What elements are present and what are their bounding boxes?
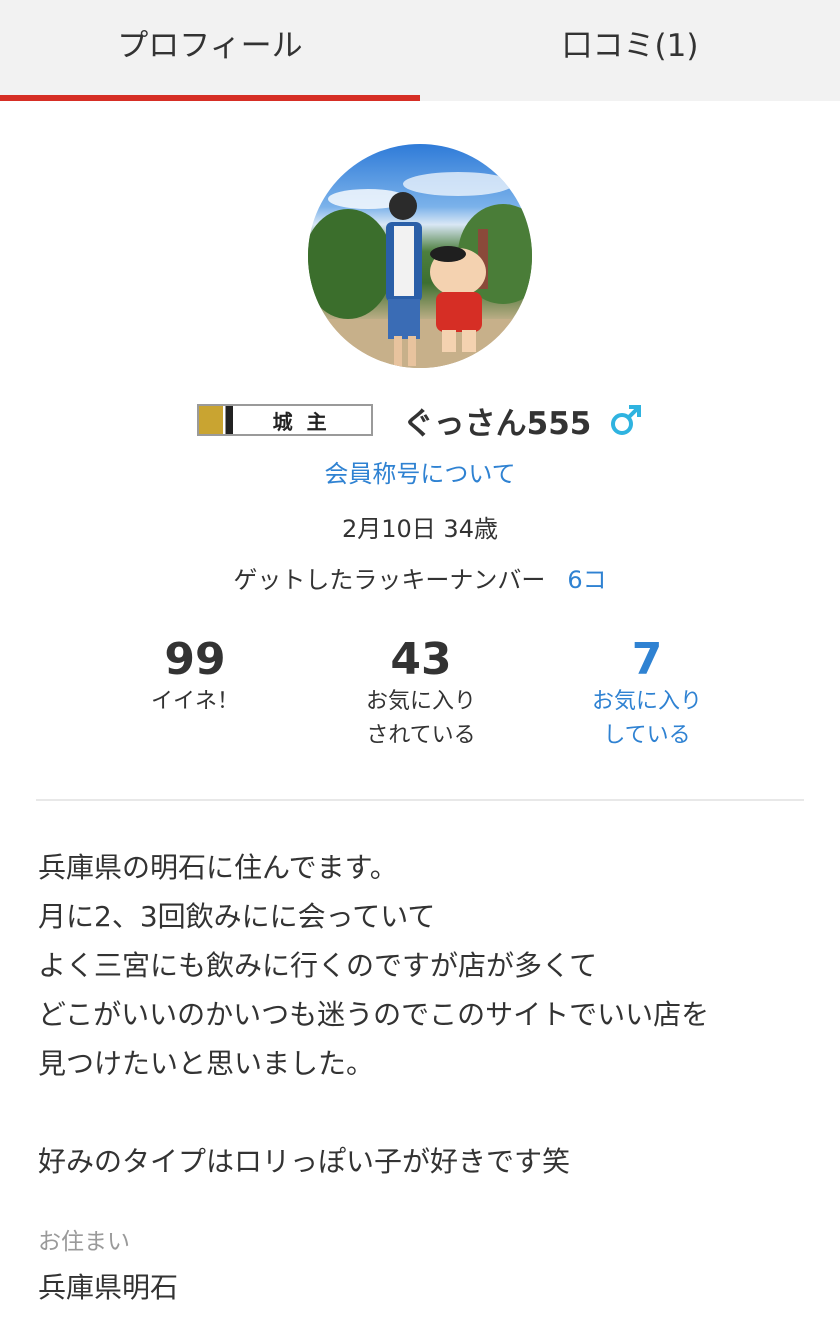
- stat-favorited-by-label-2: されている: [366, 723, 476, 748]
- stats-row: 99 イイネ！ 43 お気に入り されている 7 お気に入り している: [0, 635, 840, 753]
- tab-bar: プロフィール 口コミ(1): [0, 0, 840, 101]
- name-row: 城主 ぐっさん555: [0, 400, 840, 442]
- stat-favoriting-value: 7: [631, 634, 663, 685]
- bio-line: 月に2、3回飲みにに会っていて: [38, 900, 436, 933]
- stat-likes: 99 イイネ！: [82, 635, 308, 753]
- bio-line: 兵庫県の明石に住んでます。: [38, 851, 398, 884]
- member-title-link[interactable]: 会員称号について: [0, 454, 840, 489]
- location-value: 兵庫県明石: [38, 1271, 179, 1304]
- stat-favorited-by: 43 お気に入り されている: [308, 635, 534, 753]
- avatar-container: [0, 144, 840, 368]
- rank-badge-stripe: [198, 406, 233, 434]
- lucky-number-row: ゲットしたラッキーナンバー 6コ: [0, 560, 840, 595]
- stat-favorited-by-label-1: お気に入り: [365, 689, 476, 714]
- bio-line: どこがいいのかいつも迷うのでこのサイトでいい店を: [38, 998, 710, 1031]
- rank-badge-label: 城主: [272, 409, 341, 434]
- location-label: お住まい: [38, 1229, 130, 1255]
- lucky-number-count[interactable]: 6コ: [567, 566, 606, 594]
- avatar-photo: [308, 172, 532, 368]
- bio-line: よく三宮にも飲みに行くのですが店が多くて: [38, 949, 598, 982]
- stat-favoriting-label-1: お気に入り: [591, 689, 702, 714]
- stat-favoriting-label-2: している: [603, 723, 691, 748]
- bio-spacer: [38, 1088, 802, 1137]
- stat-favoriting[interactable]: 7 お気に入り している: [534, 635, 760, 753]
- stat-likes-label: イイネ！: [150, 689, 239, 714]
- birthday-age: 2月10日 34歳: [342, 515, 498, 543]
- bio-line: 好みのタイプはロリっぽい子が好きです笑: [38, 1145, 571, 1178]
- avatar: [308, 144, 532, 368]
- stat-likes-value: 99: [164, 634, 226, 685]
- bio-text: 兵庫県の明石に住んでます。 月に2、3回飲みにに会っていて よく三宮にも飲みに行…: [38, 843, 802, 1186]
- tab-reviews[interactable]: 口コミ(1): [420, 0, 840, 101]
- tab-profile[interactable]: プロフィール: [0, 0, 420, 101]
- bio-line: 見つけたいと思いました。: [38, 1047, 375, 1080]
- rank-badge: 城主: [196, 404, 373, 436]
- male-icon: [611, 405, 642, 435]
- lucky-number-label: ゲットしたラッキーナンバー: [233, 566, 546, 594]
- stat-favorited-by-value: 43: [390, 634, 452, 685]
- divider: [36, 799, 804, 801]
- username: ぐっさん555: [402, 405, 592, 442]
